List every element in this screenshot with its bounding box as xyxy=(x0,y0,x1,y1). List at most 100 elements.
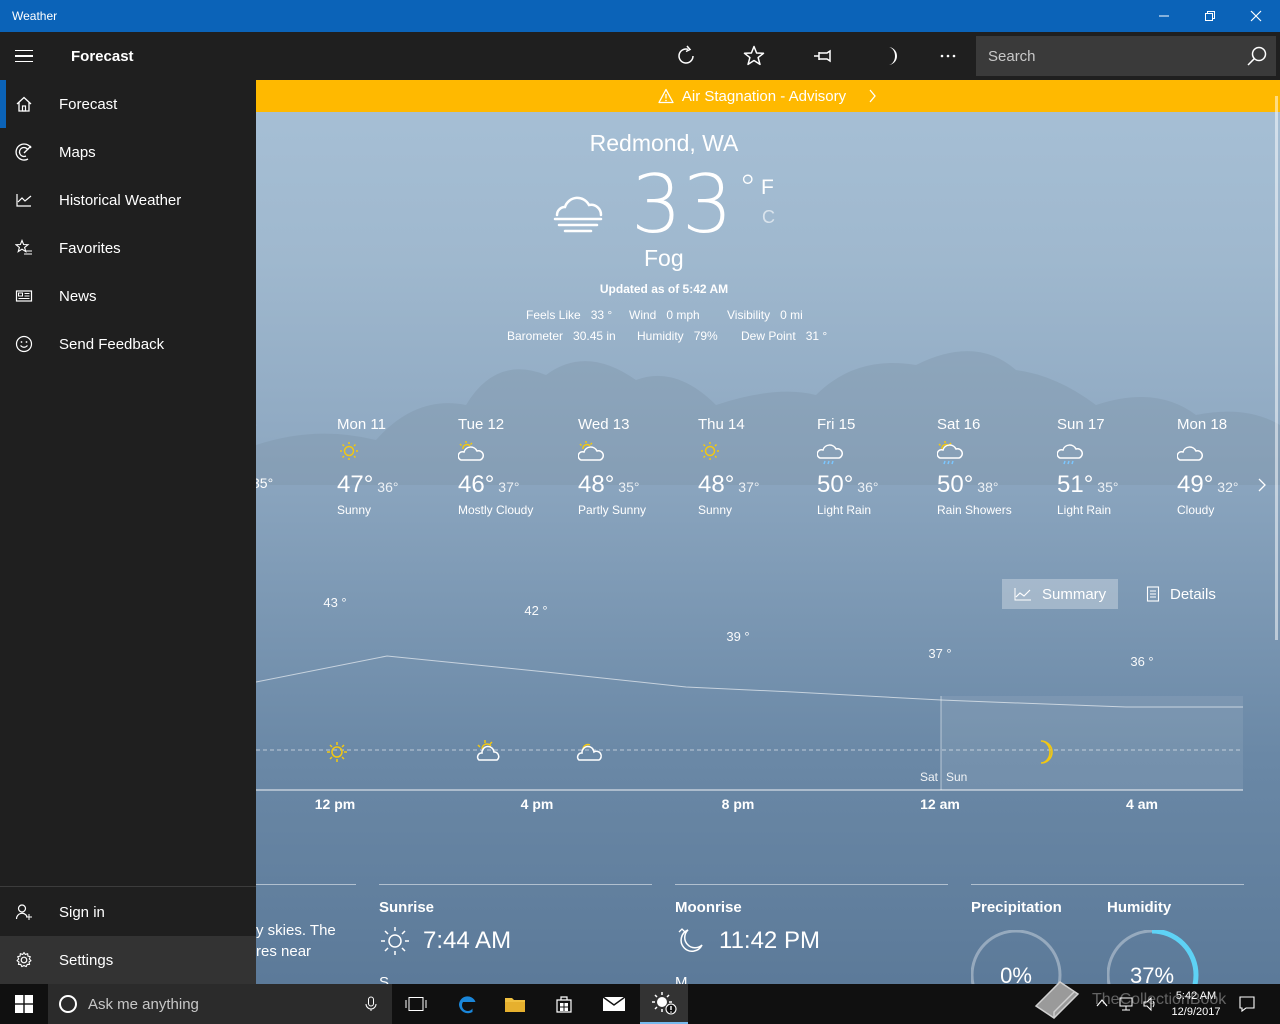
favorite-button[interactable] xyxy=(730,32,778,80)
nav-item-label: Sign in xyxy=(59,903,105,921)
day-temps: 50° 36° xyxy=(817,471,935,499)
chevron-up-icon[interactable] xyxy=(1096,998,1108,1008)
restore-button[interactable] xyxy=(1187,0,1233,32)
microphone-icon[interactable] xyxy=(364,996,378,1012)
humidity-value: 37% xyxy=(1129,963,1175,984)
details-label: Details xyxy=(1170,585,1216,603)
taskbar-mail[interactable] xyxy=(590,984,638,1024)
nav-item-news[interactable]: News xyxy=(0,272,256,320)
nav-separator xyxy=(0,886,256,887)
close-icon xyxy=(1250,10,1262,22)
task-view-button[interactable] xyxy=(392,984,440,1024)
more-button[interactable] xyxy=(924,32,972,80)
day-icon xyxy=(1056,441,1175,465)
day-card[interactable]: Thu 14 48° 37° Sunny xyxy=(698,416,816,517)
day-high: 47° xyxy=(337,471,374,498)
current-temperature: 33 ° xyxy=(631,165,757,245)
hour-label: 12 pm xyxy=(314,796,356,812)
scrollbar[interactable] xyxy=(1275,96,1278,640)
action-center-icon[interactable] xyxy=(1238,995,1256,1013)
windows-logo-icon xyxy=(15,995,33,1013)
day-name: Mon 18 xyxy=(1177,416,1228,433)
minimize-button[interactable] xyxy=(1141,0,1187,32)
nav-item-label: Forecast xyxy=(59,95,118,113)
hamburger-line xyxy=(15,60,33,63)
pin-button[interactable] xyxy=(799,32,847,80)
sunrise-label: Sunrise xyxy=(379,899,435,916)
nav-item-settings[interactable]: Settings xyxy=(0,936,256,984)
day-icon xyxy=(936,441,1055,465)
nav-item-historical-weather[interactable]: Historical Weather xyxy=(0,176,256,224)
day-condition: Rain Showers xyxy=(937,503,1012,517)
day-card[interactable]: Mon 11 47° 36° Sunny xyxy=(337,416,455,517)
detail-value: 79% xyxy=(693,329,718,343)
chart-line-icon xyxy=(1014,588,1031,601)
day-name: Tue 12 xyxy=(458,416,505,433)
taskbar-file-explorer[interactable] xyxy=(491,984,539,1024)
detail-feels-like: Feels Like 33 ° xyxy=(526,308,612,322)
close-button[interactable] xyxy=(1233,0,1279,32)
day-card[interactable]: Wed 13 48° 35° Partly Sunny xyxy=(577,416,696,517)
detail-label: Humidity xyxy=(637,329,684,343)
moonrise-value: 11:42 PM xyxy=(675,925,820,957)
refresh-button[interactable] xyxy=(662,32,710,80)
detail-label: Dew Point xyxy=(741,329,796,343)
search-input[interactable] xyxy=(976,36,1236,76)
nav-item-forecast[interactable]: Forecast xyxy=(0,80,256,128)
day-low: 32° xyxy=(1217,479,1239,495)
nav-item-sign-in[interactable]: Sign in xyxy=(0,888,256,936)
chevron-right-icon[interactable] xyxy=(1256,478,1268,492)
updated-time: Updated as of 5:42 AM xyxy=(599,282,729,296)
day-condition: Light Rain xyxy=(1057,503,1112,517)
day-high: 46° xyxy=(458,471,495,498)
day-icon xyxy=(577,441,696,465)
day-card[interactable]: Mon 18 49° 32° Cloudy xyxy=(1176,416,1280,517)
start-button[interactable] xyxy=(0,984,48,1024)
network-icon[interactable] xyxy=(1118,996,1136,1012)
hour-label: 12 am xyxy=(920,796,960,812)
unit-fahrenheit[interactable]: F xyxy=(761,176,774,200)
day-low: 38° xyxy=(977,479,999,495)
day-card[interactable]: Sat 16 50° 38° Rain Showers xyxy=(936,416,1055,517)
taskbar-weather[interactable] xyxy=(640,984,688,1024)
system-clock[interactable]: 5:42 AM 12/9/2017 xyxy=(1160,988,1232,1020)
hour-label: 4 pm xyxy=(520,796,554,812)
volume-icon[interactable] xyxy=(1142,996,1158,1012)
day-temps: 48° 37° xyxy=(698,471,816,499)
nav-item-favorites[interactable]: Favorites xyxy=(0,224,256,272)
more-icon xyxy=(940,54,956,58)
nav-item-send-feedback[interactable]: Send Feedback xyxy=(0,320,256,368)
cortana-search-input[interactable] xyxy=(88,984,348,1024)
taskbar-store[interactable] xyxy=(540,984,588,1024)
hourly-temp-label: 42 ° xyxy=(524,603,548,618)
theme-button[interactable] xyxy=(866,32,914,80)
humidity-label: Humidity xyxy=(1107,899,1172,916)
day-high: 48° xyxy=(698,471,735,498)
summary-toggle[interactable]: Summary xyxy=(1002,579,1119,609)
details-toggle[interactable]: Details xyxy=(1134,579,1228,609)
hamburger-menu-button[interactable] xyxy=(0,32,48,80)
day-icon xyxy=(698,441,816,465)
advisory-banner[interactable]: Air Stagnation - Advisory xyxy=(256,80,1280,112)
day-label-after: Sun xyxy=(946,770,968,784)
cortana-icon xyxy=(59,995,77,1013)
hourly-temp-label: 39 ° xyxy=(726,628,750,644)
taskbar-edge[interactable] xyxy=(443,984,491,1024)
folder-icon xyxy=(505,998,525,1012)
day-card[interactable]: Fri 15 50° 36° Light Rain xyxy=(816,416,935,517)
unit-celsius[interactable]: C xyxy=(762,207,775,228)
detail-label: Barometer xyxy=(507,329,564,343)
day-card[interactable]: Tue 12 46° 37° Mostly Cloudy xyxy=(457,416,576,517)
task-view-icon xyxy=(405,997,427,1011)
summary-line: res near xyxy=(256,943,312,960)
news-icon xyxy=(15,290,33,302)
rain-icon xyxy=(816,444,843,465)
partly-cloudy-icon xyxy=(457,441,484,461)
day-condition: Light Rain xyxy=(817,503,872,517)
day-card[interactable]: Sun 17 51° 35° Light Rain xyxy=(1056,416,1175,517)
day-card-partial[interactable]: ) 35° xyxy=(256,416,292,491)
day-icon xyxy=(816,441,935,465)
search-icon[interactable] xyxy=(1246,45,1268,67)
nav-item-maps[interactable]: Maps xyxy=(0,128,256,176)
detail-value: 31 ° xyxy=(805,329,828,343)
